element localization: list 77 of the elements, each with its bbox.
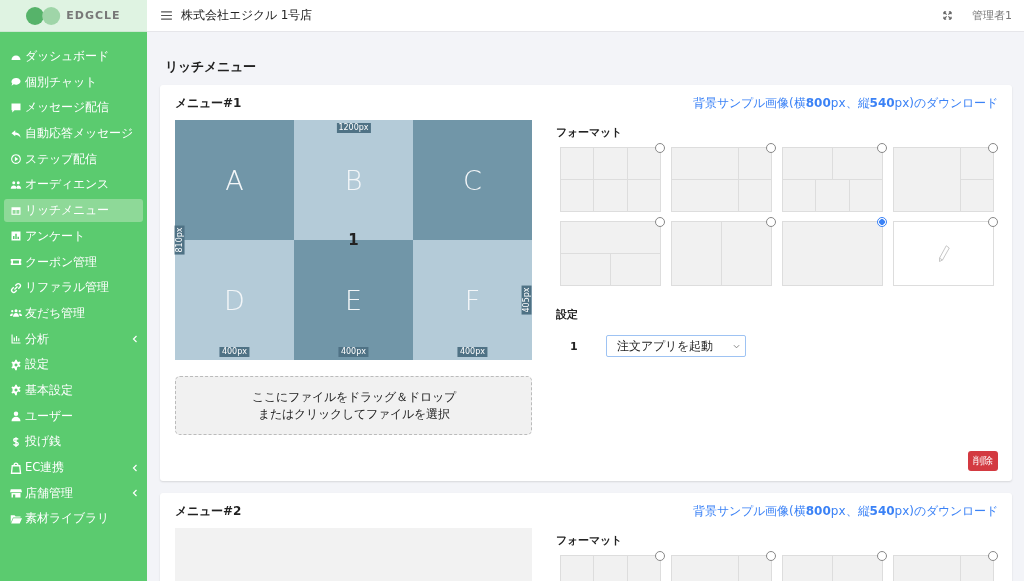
sidebar-item[interactable]: リファラル管理 (4, 276, 143, 300)
menu-title: メニュー#1 (175, 95, 242, 112)
sidebar-item[interactable]: クーポン管理 (4, 250, 143, 274)
area-number: 1 (570, 339, 578, 353)
gear-icon (10, 358, 22, 371)
dimension-label: 400px (219, 347, 249, 357)
pencil-icon (937, 244, 950, 263)
chevron-left-icon (132, 463, 138, 472)
table-icon (10, 204, 22, 217)
image-area: C (413, 120, 532, 240)
format-label: フォーマット (556, 534, 623, 548)
storefront-icon (10, 487, 22, 500)
link-icon (10, 281, 22, 294)
message-icon (10, 101, 22, 114)
sidebar-item[interactable]: 基本設定 (4, 378, 143, 402)
area-number: 1 (348, 231, 359, 249)
dimension-label: 1200px (336, 123, 371, 133)
users-icon (10, 178, 22, 191)
sidebar-item[interactable]: 友だち管理 (4, 301, 143, 325)
sidebar-item[interactable]: ステップ配信 (4, 147, 143, 171)
format-label: フォーマット (556, 126, 623, 140)
download-link[interactable]: 背景サンプル画像(横800px、縦540px)のダウンロード (693, 503, 998, 520)
menu-icon[interactable] (161, 11, 172, 20)
sidebar-item[interactable]: 自動応答メッセージ (4, 122, 143, 146)
sidebar-item[interactable]: メッセージ配信 (4, 96, 143, 120)
download-link[interactable]: 背景サンプル画像(横800px、縦540px)のダウンロード (693, 95, 998, 112)
chevron-left-icon (132, 335, 138, 344)
chart-card-icon (10, 230, 22, 243)
radio-button[interactable] (655, 551, 665, 561)
shopping-bag-icon (10, 461, 22, 474)
sidebar-item[interactable]: 投げ銭 (4, 430, 143, 454)
dimension-label: 405px (521, 285, 532, 315)
sidebar-item[interactable]: アンケート (4, 224, 143, 248)
store-name: 株式会社エジクル 1号店 (181, 7, 313, 24)
sidebar-item[interactable]: 設定 (4, 353, 143, 377)
dimension-label: 810px (174, 225, 185, 255)
delete-button[interactable]: 削除 (968, 451, 998, 471)
radio-button[interactable] (877, 551, 887, 561)
logo-mark-icon (26, 6, 63, 25)
sidebar-item[interactable]: 分析 (4, 327, 143, 351)
sidebar-item[interactable]: 個別チャット (4, 70, 143, 94)
radio-button[interactable] (877, 217, 887, 227)
sidebar-item[interactable]: 素材ライブラリ (4, 507, 143, 531)
action-select[interactable]: 注文アプリを起動 (605, 335, 746, 357)
menu-title: メニュー#2 (175, 503, 242, 520)
radio-button[interactable] (766, 551, 776, 561)
sidebar-item[interactable]: 店舗管理 (4, 481, 143, 505)
page-title: リッチメニュー (165, 58, 257, 76)
dollar-icon (10, 435, 22, 448)
folder-icon (10, 512, 22, 525)
radio-button[interactable] (988, 551, 998, 561)
radio-button[interactable] (988, 143, 998, 153)
fullscreen-icon[interactable] (943, 11, 952, 20)
radio-button[interactable] (877, 143, 887, 153)
logo-text: EDGCLE (66, 9, 121, 22)
radio-button[interactable] (766, 143, 776, 153)
dimension-label: 400px (338, 347, 368, 357)
user-icon (10, 410, 22, 423)
file-drop-zone[interactable]: ここにファイルをドラッグ＆ドロップ またはクリックしてファイルを選択 (175, 376, 532, 435)
radio-button[interactable] (766, 217, 776, 227)
sidebar-item[interactable]: リッチメニュー (4, 199, 143, 223)
users-icon (10, 307, 22, 320)
ticket-icon (10, 256, 22, 268)
bar-chart-icon (10, 333, 22, 346)
radio-button[interactable] (988, 217, 998, 227)
chevron-down-icon (732, 343, 740, 349)
sidebar-item[interactable]: EC連携 (4, 456, 143, 479)
gear-icon (10, 384, 22, 397)
radio-button[interactable] (655, 143, 665, 153)
user-menu[interactable]: 管理者1 (972, 8, 1012, 23)
dimension-label: 400px (457, 347, 487, 357)
settings-label: 設定 (556, 308, 579, 322)
chevron-left-icon (132, 489, 138, 498)
sidebar-item[interactable]: オーディエンス (4, 173, 143, 197)
sidebar-item[interactable]: ダッシュボード (4, 45, 143, 68)
radio-button[interactable] (655, 217, 665, 227)
sidebar-item[interactable]: ユーザー (4, 404, 143, 428)
